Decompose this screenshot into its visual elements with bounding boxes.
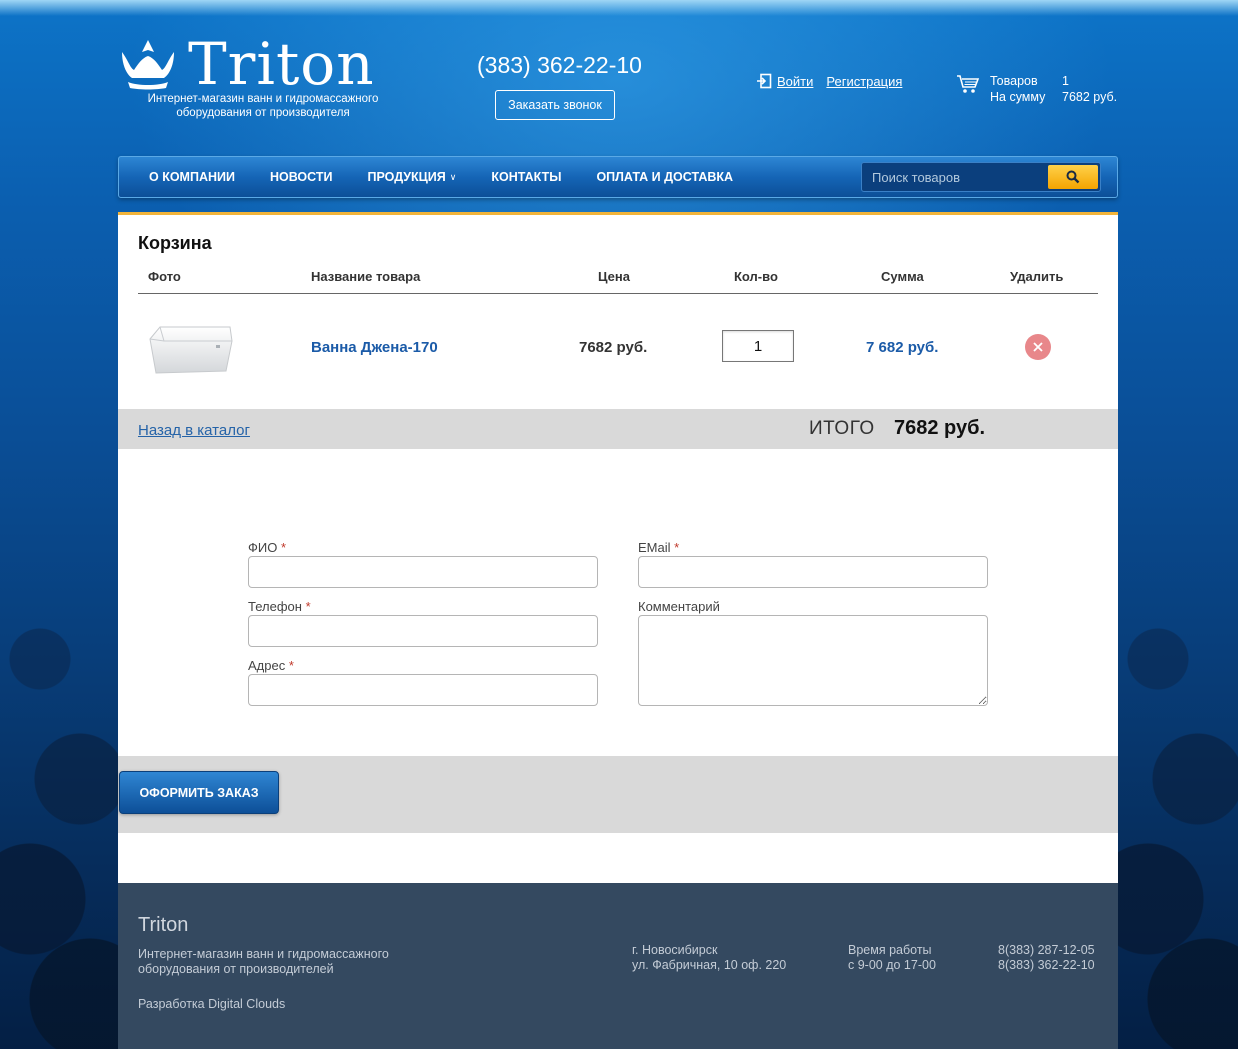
crown-logo-icon — [122, 40, 174, 90]
footer-hours-label: Время работы — [848, 943, 932, 957]
page-title: Корзина — [138, 233, 212, 253]
footer-hours-value: с 9-00 до 17-00 — [848, 958, 936, 972]
address-label-text: Адрес — [248, 658, 286, 673]
footer-phone-1[interactable]: 8(383) 287-12-05 — [998, 943, 1095, 958]
cart-items-count: 1 — [1062, 74, 1069, 88]
nav-item-label: Продукция — [367, 170, 446, 184]
nav-item-label: Контакты — [491, 170, 562, 184]
site-logo[interactable]: Triton — [118, 30, 408, 98]
phone-label-text: Телефон — [248, 599, 302, 614]
fio-label-text: ФИО — [248, 540, 278, 555]
register-link[interactable]: Регистрация — [826, 74, 902, 89]
site-tagline: Интернет-магазин ванн и гидромассажного … — [147, 93, 379, 119]
footer-phone-2[interactable]: 8(383) 362-22-10 — [998, 958, 1095, 973]
nav-item-products[interactable]: Продукция ∨ — [368, 170, 457, 184]
address-label: Адрес * — [248, 658, 294, 673]
login-link[interactable]: Войти — [777, 74, 813, 89]
email-label: EMail * — [638, 540, 679, 555]
phone-label: Телефон * — [248, 599, 311, 614]
back-to-catalog-link[interactable]: Назад в каталог — [138, 422, 250, 439]
product-sum: 7 682 руб. — [866, 339, 939, 356]
nav-item-company[interactable]: О компании — [149, 170, 235, 184]
cart-items-label: Товаров — [990, 74, 1038, 88]
cart-icon — [957, 75, 980, 93]
auth-links: Войти Регистрация — [756, 73, 902, 89]
footer-street: ул. Фабричная, 10 оф. 220 — [632, 958, 787, 972]
nav-item-news[interactable]: Новости — [270, 170, 333, 184]
footer-brand: Triton — [138, 914, 189, 936]
reef-right-decoration — [1118, 579, 1238, 1049]
nav-item-contacts[interactable]: Контакты — [491, 170, 561, 184]
cart-panel: Корзина Фото Название товара Цена Кол-во… — [118, 212, 1118, 883]
total-bar: Назад в каталог ИТОГО 7682 руб. — [118, 409, 1118, 449]
nav-item-payment-delivery[interactable]: Оплата и доставка — [596, 170, 733, 184]
header-phone: (383) 362-22-10 — [477, 52, 642, 78]
logo-text: Triton — [188, 30, 375, 98]
product-photo[interactable] — [146, 319, 236, 381]
column-header-qty: Кол-во — [734, 269, 778, 284]
total-label: ИТОГО — [809, 418, 875, 439]
search-button[interactable] — [1048, 165, 1098, 189]
required-mark: * — [288, 658, 294, 673]
required-mark: * — [305, 599, 311, 614]
email-label-text: EMail — [638, 540, 671, 555]
cart-sum-value: 7682 руб. — [1062, 90, 1118, 104]
nav-item-label: Новости — [269, 170, 333, 184]
fio-field[interactable] — [248, 556, 598, 588]
login-icon — [757, 73, 772, 89]
email-field[interactable] — [638, 556, 988, 588]
column-header-photo: Фото — [148, 269, 181, 284]
column-header-delete: Удалить — [1010, 269, 1064, 284]
column-header-name: Название товара — [311, 269, 421, 284]
quantity-input[interactable] — [722, 330, 794, 362]
search-box — [861, 162, 1101, 192]
footer-developer[interactable]: Разработка Digital Clouds — [138, 997, 285, 1011]
column-header-sum: Сумма — [881, 269, 924, 284]
site-footer: Triton Интернет-магазин ванн и гидромасс… — [118, 883, 1118, 1049]
delete-icon — [1033, 342, 1043, 352]
footer-city: г. Новосибирск — [632, 943, 718, 957]
footer-phones: 8(383) 287-12-05 8(383) 362-22-10 — [998, 943, 1095, 973]
footer-description: Интернет-магазин ванн и гидромассажного … — [138, 947, 389, 976]
product-name-link[interactable]: Ванна Джена-170 — [311, 339, 438, 356]
delete-item-button[interactable] — [1025, 334, 1051, 360]
place-order-button[interactable]: ОФОРМИТЬ ЗАКАЗ — [119, 771, 279, 814]
order-bar: ОФОРМИТЬ ЗАКАЗ — [118, 756, 1118, 833]
phone-field[interactable] — [248, 615, 598, 647]
sea-surface-decoration — [0, 0, 1238, 16]
required-mark: * — [674, 540, 680, 555]
nav-item-label: О компании — [149, 170, 235, 184]
comment-label: Комментарий — [638, 599, 720, 614]
column-header-price: Цена — [598, 269, 630, 284]
reef-left-decoration — [0, 579, 118, 1049]
callback-button[interactable]: Заказать звонок — [495, 90, 615, 120]
search-icon — [1066, 170, 1080, 184]
address-field[interactable] — [248, 674, 598, 706]
footer-address: г. Новосибирск ул. Фабричная, 10 оф. 220 — [632, 943, 786, 973]
fio-label: ФИО * — [248, 540, 286, 555]
required-mark: * — [280, 540, 287, 555]
product-price: 7682 руб. — [579, 339, 648, 356]
chevron-down-icon: ∨ — [449, 171, 457, 182]
cart-sum-label: На сумму — [990, 90, 1046, 104]
nav-item-label: Оплата и доставка — [596, 170, 734, 184]
footer-hours: Время работы с 9-00 до 17-00 — [848, 943, 936, 973]
table-header-divider — [138, 293, 1098, 294]
total-value: 7682 руб. — [894, 417, 986, 439]
search-input[interactable] — [862, 163, 1048, 191]
comment-field[interactable] — [638, 615, 988, 706]
main-nav: О компании Новости Продукция ∨ Контакты О… — [118, 156, 1118, 198]
